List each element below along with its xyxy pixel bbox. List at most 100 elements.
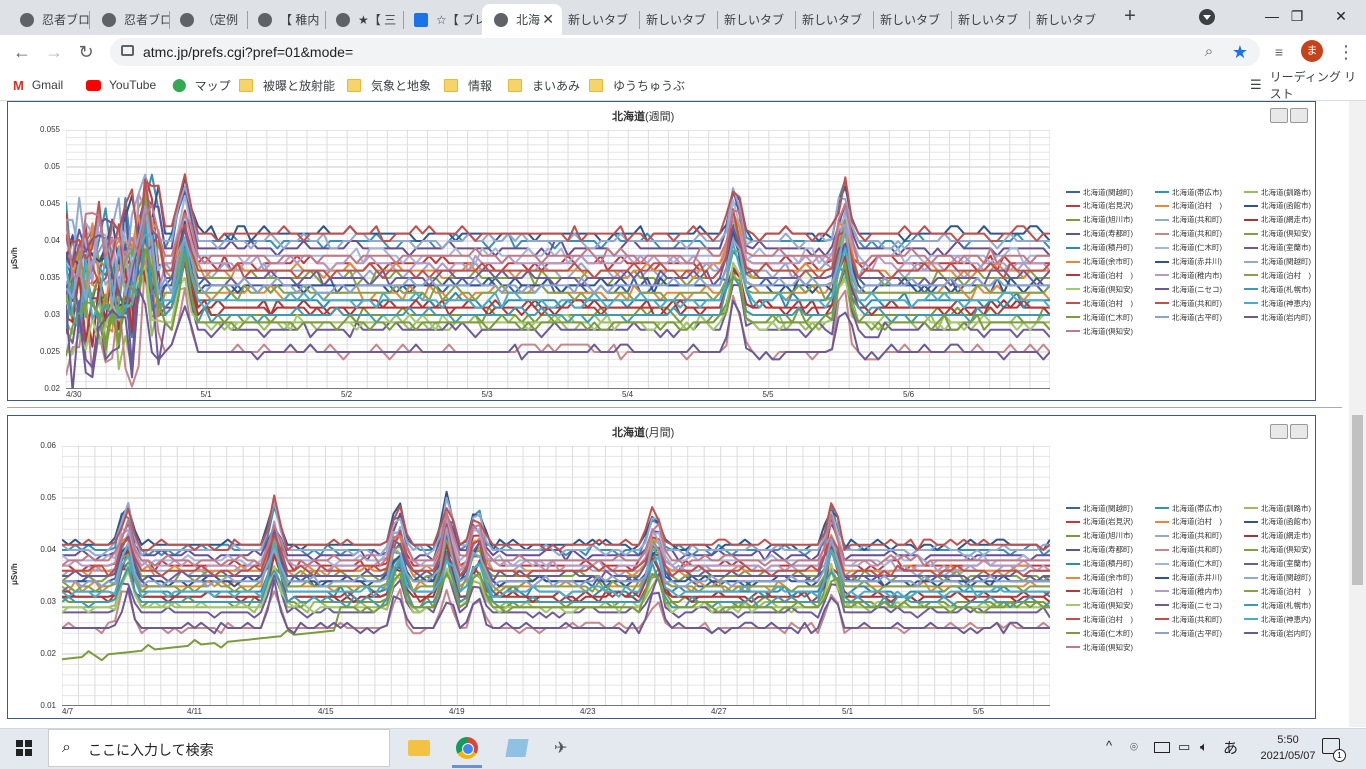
legend-item[interactable]: 北海道(倶知安) xyxy=(1066,284,1133,294)
chrome-icon[interactable] xyxy=(456,737,478,759)
legend-item[interactable]: 北海道(共和町) xyxy=(1155,229,1222,239)
legend-item[interactable]: 北海道(仁木町) xyxy=(1066,628,1133,638)
legend-item[interactable]: 北海道(余市町) xyxy=(1066,257,1133,267)
legend-item[interactable]: 北海道(共和町) xyxy=(1155,531,1222,541)
legend-item[interactable]: 北海道(稚内市) xyxy=(1155,270,1222,280)
tab-active[interactable]: 北海 ✕ xyxy=(482,4,562,35)
ime-indicator[interactable]: あ xyxy=(1223,737,1238,758)
bookmark-folder-radiation[interactable]: 被曝と放射能 xyxy=(239,77,335,93)
legend-item[interactable]: 北海道(釧路市) xyxy=(1244,503,1311,513)
legend-item[interactable]: 北海道(共和町) xyxy=(1155,614,1222,624)
restore-button[interactable]: ❐ xyxy=(1274,4,1320,28)
legend-item[interactable]: 北海道(札幌市) xyxy=(1244,284,1311,294)
tab-search-icon[interactable] xyxy=(1199,9,1215,25)
url-text[interactable]: atmc.jp/prefs.cgi?pref=01&mode= xyxy=(143,44,353,60)
legend-item[interactable]: 北海道(積丹町) xyxy=(1066,243,1133,253)
legend-item[interactable]: 北海道(旭川市) xyxy=(1066,531,1133,541)
bookmark-folder-weather[interactable]: 気象と地象 xyxy=(347,77,431,93)
tab[interactable]: ★【 三 xyxy=(324,4,404,35)
tab[interactable]: 新しいタブ xyxy=(1030,4,1114,35)
legend-item[interactable]: 北海道(岩内町) xyxy=(1244,312,1311,322)
reading-list-button[interactable]: ☰ リーディング リスト xyxy=(1250,70,1366,101)
bookmark-folder-maiami[interactable]: まいあみ xyxy=(508,77,580,93)
scrollbar-thumb[interactable] xyxy=(1352,415,1363,585)
tab[interactable]: 新しいタブ xyxy=(718,4,802,35)
tab[interactable]: （定例 xyxy=(168,4,248,35)
legend-item[interactable]: 北海道(釧路市) xyxy=(1244,187,1311,197)
legend-item[interactable]: 北海道(積丹町) xyxy=(1066,559,1133,569)
legend-item[interactable]: 北海道(仁木町) xyxy=(1155,559,1222,569)
legend-item[interactable]: 北海道(泊村 ) xyxy=(1066,614,1133,624)
legend-item[interactable]: 北海道(ニセコ) xyxy=(1155,284,1222,294)
app-icon[interactable] xyxy=(505,739,529,757)
tab[interactable]: 【 稚内 xyxy=(246,4,326,35)
legend-item[interactable]: 北海道(余市町) xyxy=(1066,573,1133,583)
legend-item[interactable]: 北海道(寿都町) xyxy=(1066,229,1133,239)
legend-item[interactable]: 北海道(泊村 ) xyxy=(1155,517,1222,527)
media-control-icon[interactable]: ≡ xyxy=(1265,38,1293,66)
legend-item[interactable]: 北海道(仁木町) xyxy=(1155,243,1222,253)
legend-item[interactable]: 北海道(関越町) xyxy=(1244,257,1311,267)
legend-item[interactable]: 北海道(倶知安) xyxy=(1066,600,1133,610)
legend-item[interactable]: 北海道(神恵内) xyxy=(1244,614,1311,624)
legend-item[interactable]: 北海道(岩見沢) xyxy=(1066,201,1133,211)
legend-item[interactable]: 北海道(ニセコ) xyxy=(1155,600,1222,610)
legend-item[interactable]: 北海道(赤井川) xyxy=(1155,257,1222,267)
avatar[interactable]: ま xyxy=(1301,40,1323,62)
legend-item[interactable]: 北海道(室蘭市) xyxy=(1244,559,1311,569)
bookmark-maps[interactable]: ⬤ マップ xyxy=(172,77,231,93)
legend-item[interactable]: 北海道(室蘭市) xyxy=(1244,243,1311,253)
legend-item[interactable]: 北海道(倶知安) xyxy=(1066,326,1133,336)
tab[interactable]: ☆【 ブレ xyxy=(402,4,482,35)
legend-item[interactable]: 北海道(倶知安) xyxy=(1244,229,1311,239)
legend-item[interactable]: 北海道(岩内町) xyxy=(1244,628,1311,638)
tab[interactable]: 新しいタブ xyxy=(640,4,724,35)
legend-item[interactable]: 北海道(稚内市) xyxy=(1155,586,1222,596)
back-button[interactable]: ← xyxy=(8,38,36,66)
legend-item[interactable]: 北海道(関越町) xyxy=(1066,187,1133,197)
page-scrollbar[interactable] xyxy=(1349,101,1366,727)
network-icon[interactable]: ▭ xyxy=(1178,739,1190,755)
bookmark-folder-info[interactable]: 情報 xyxy=(444,77,492,93)
legend-item[interactable]: 北海道(旭川市) xyxy=(1066,215,1133,225)
legend-item[interactable]: 北海道(関越町) xyxy=(1244,573,1311,583)
close-tab-icon[interactable]: ✕ xyxy=(542,11,554,28)
legend-item[interactable]: 北海道(岩見沢) xyxy=(1066,517,1133,527)
legend-item[interactable]: 北海道(神恵内) xyxy=(1244,298,1311,308)
lock-icon[interactable] xyxy=(121,45,134,56)
download-icon[interactable] xyxy=(1290,424,1308,439)
menu-icon[interactable]: ⋮ xyxy=(1332,38,1360,66)
file-explorer-icon[interactable] xyxy=(408,740,430,756)
legend-item[interactable]: 北海道(帯広市) xyxy=(1155,187,1222,197)
battery-icon[interactable] xyxy=(1154,742,1170,753)
new-tab-button[interactable]: + xyxy=(1119,6,1141,28)
legend-item[interactable]: 北海道(泊村 ) xyxy=(1066,586,1133,596)
print-icon[interactable] xyxy=(1270,108,1288,123)
legend-item[interactable]: 北海道(泊村 ) xyxy=(1244,586,1311,596)
download-icon[interactable] xyxy=(1290,108,1308,123)
bookmark-star-icon[interactable]: ★ xyxy=(1226,38,1254,66)
tray-icon[interactable]: ⌾ xyxy=(1130,739,1138,755)
legend-item[interactable]: 北海道(網走市) xyxy=(1244,215,1311,225)
legend-item[interactable]: 北海道(共和町) xyxy=(1155,545,1222,555)
legend-item[interactable]: 北海道(泊村 ) xyxy=(1155,201,1222,211)
airplane-app-icon[interactable]: ✈ xyxy=(554,738,567,758)
legend-item[interactable]: 北海道(札幌市) xyxy=(1244,600,1311,610)
legend-item[interactable]: 北海道(仁木町) xyxy=(1066,312,1133,322)
bookmark-folder-youtube[interactable]: ゆうちゅうぶ xyxy=(589,77,685,93)
legend-item[interactable]: 北海道(倶知安) xyxy=(1066,642,1133,652)
tab[interactable]: 新しいタブ xyxy=(874,4,958,35)
reload-icon[interactable]: ↻ xyxy=(72,38,100,66)
bookmark-gmail[interactable]: M Gmail xyxy=(13,77,63,93)
legend-item[interactable]: 北海道(共和町) xyxy=(1155,298,1222,308)
legend-item[interactable]: 北海道(赤井川) xyxy=(1155,573,1222,583)
legend-item[interactable]: 北海道(関越町) xyxy=(1066,503,1133,513)
legend-item[interactable]: 北海道(泊村 ) xyxy=(1244,270,1311,280)
tray-chevron-up-icon[interactable]: ^ xyxy=(1106,738,1112,753)
close-window-button[interactable]: ✕ xyxy=(1318,4,1364,28)
tab[interactable]: 新しいタブ xyxy=(562,4,646,35)
legend-item[interactable]: 北海道(倶知安) xyxy=(1244,545,1311,555)
forward-button[interactable]: → xyxy=(40,38,68,66)
legend-item[interactable]: 北海道(泊村 ) xyxy=(1066,270,1133,280)
legend-item[interactable]: 北海道(泊村 ) xyxy=(1066,298,1133,308)
